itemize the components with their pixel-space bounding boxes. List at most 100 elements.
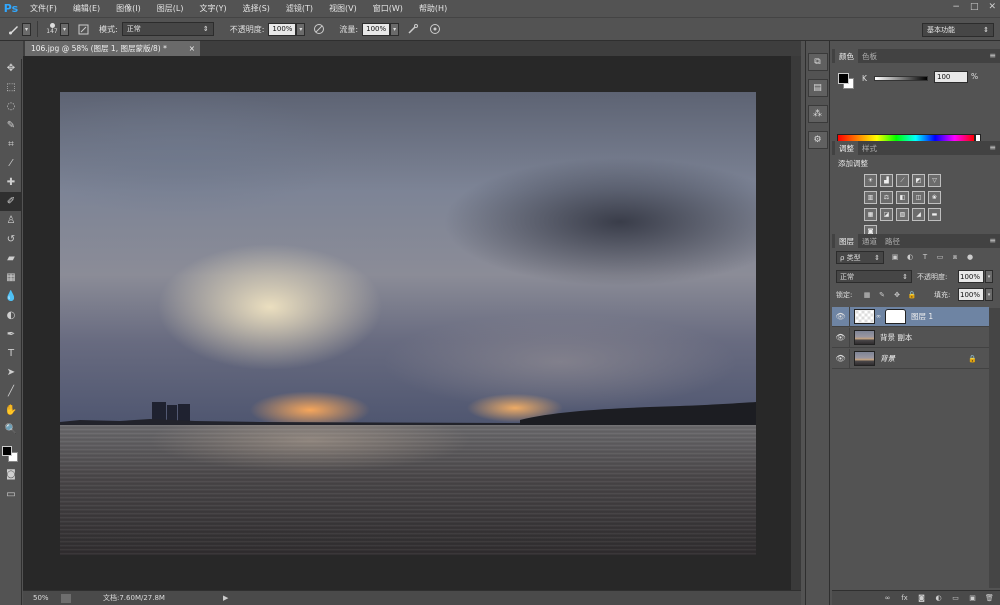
gradient-tool-icon[interactable]: ▦ xyxy=(0,268,22,287)
layer-opacity-field[interactable]: 100% xyxy=(958,270,984,283)
opacity-field[interactable]: 100% xyxy=(268,22,297,36)
close-button[interactable]: ✕ xyxy=(988,2,996,12)
menu-view[interactable]: 视图(V) xyxy=(329,3,357,14)
pen-tool-icon[interactable]: ✒ xyxy=(0,325,22,344)
link-layers-icon[interactable]: ∞ xyxy=(883,594,892,602)
shape-tool-icon[interactable]: ╱ xyxy=(0,382,22,401)
blend-mode-select[interactable]: 正常 ⇕ xyxy=(836,270,912,283)
brush-panel-icon[interactable] xyxy=(75,21,91,37)
delete-layer-icon[interactable]: 🗑 xyxy=(985,594,994,602)
zoom-tool-icon[interactable]: 🔍 xyxy=(0,420,22,439)
add-mask-icon[interactable]: ◙ xyxy=(917,594,926,602)
layer-row[interactable]: 👁 背景 🔒 xyxy=(832,348,989,369)
layer-row[interactable]: 👁 ∞ 图层 1 xyxy=(832,306,989,327)
status-menu-arrow-icon[interactable]: ▶ xyxy=(223,594,228,602)
document-tab[interactable]: 106.jpg @ 58% (图层 1, 图层蒙版/8) * × xyxy=(25,41,200,56)
blur-tool-icon[interactable]: 💧 xyxy=(0,287,22,306)
foreground-color-swatch[interactable] xyxy=(838,73,849,84)
panel-menu-icon[interactable]: ≡ xyxy=(989,236,996,245)
lock-image-icon[interactable]: ✎ xyxy=(877,289,887,300)
layer-name[interactable]: 背景 副本 xyxy=(880,332,912,343)
zoom-level[interactable]: 50% xyxy=(33,594,55,602)
lock-all-icon[interactable]: 🔒 xyxy=(907,289,917,300)
marquee-tool-icon[interactable]: ⬚ xyxy=(0,78,22,97)
chain-link-icon[interactable]: ∞ xyxy=(876,313,882,320)
invert-icon[interactable]: ◪ xyxy=(880,208,893,221)
foreground-color-swatch[interactable] xyxy=(2,446,12,456)
tool-preset-dropdown[interactable]: ▾ xyxy=(22,22,31,36)
brightness-contrast-icon[interactable]: ☀ xyxy=(864,174,877,187)
fx-icon[interactable]: fx xyxy=(900,594,909,602)
panel-menu-icon[interactable]: ≡ xyxy=(989,143,996,152)
fill-dropdown[interactable]: ▾ xyxy=(985,288,993,301)
eraser-tool-icon[interactable]: ▰ xyxy=(0,249,22,268)
visibility-eye-icon[interactable]: 👁 xyxy=(832,327,850,348)
lasso-tool-icon[interactable]: ◌ xyxy=(0,97,22,116)
opacity-dropdown[interactable]: ▾ xyxy=(296,22,306,36)
crop-tool-icon[interactable]: ⌗ xyxy=(0,135,22,154)
pixel-filter-icon[interactable]: ▣ xyxy=(890,251,900,263)
maximize-button[interactable]: □ xyxy=(970,2,979,12)
canvas-area[interactable] xyxy=(23,56,801,590)
new-layer-icon[interactable]: ▣ xyxy=(968,594,977,602)
minimize-button[interactable]: − xyxy=(952,2,960,12)
pressure-opacity-icon[interactable] xyxy=(311,21,327,37)
vertical-scrollbar[interactable] xyxy=(791,56,801,590)
history-panel-icon[interactable]: ⧉ xyxy=(807,53,828,71)
layers-scrollbar[interactable] xyxy=(989,308,1000,588)
smart-object-filter-icon[interactable]: ⧈ xyxy=(950,251,960,263)
black-white-icon[interactable]: ◧ xyxy=(896,191,909,204)
workspace-select[interactable]: 基本功能 ⇕ xyxy=(922,23,994,37)
move-tool-icon[interactable]: ✥ xyxy=(0,59,22,78)
healing-brush-tool-icon[interactable]: ✚ xyxy=(0,173,22,192)
posterize-icon[interactable]: ▧ xyxy=(896,208,909,221)
photo-canvas[interactable] xyxy=(60,92,756,555)
brush-size-picker[interactable]: 147 xyxy=(44,23,60,35)
hue-saturation-icon[interactable]: ▥ xyxy=(864,191,877,204)
k-channel-slider[interactable] xyxy=(874,76,928,81)
layer-row[interactable]: 👁 背景 副本 xyxy=(832,327,989,348)
menu-type[interactable]: 文字(Y) xyxy=(199,3,226,14)
flow-field[interactable]: 100% xyxy=(362,22,391,36)
shape-filter-icon[interactable]: ▭ xyxy=(935,251,945,263)
threshold-icon[interactable]: ◢ xyxy=(912,208,925,221)
fill-field[interactable]: 100% xyxy=(958,288,984,301)
screen-mode-icon[interactable]: ▭ xyxy=(0,485,22,504)
brush-tool-icon[interactable]: ✐ xyxy=(0,192,22,211)
color-lookup-icon[interactable]: ▦ xyxy=(864,208,877,221)
new-adjustment-icon[interactable]: ◐ xyxy=(934,594,943,602)
status-info-icon[interactable] xyxy=(61,593,71,603)
tab-styles[interactable]: 样式 xyxy=(858,141,881,155)
eyedropper-tool-icon[interactable]: ⁄ xyxy=(0,154,22,173)
lock-transparent-icon[interactable]: ▦ xyxy=(862,289,872,300)
tab-color[interactable]: 颜色 xyxy=(835,49,858,63)
quick-mask-icon[interactable]: ◙ xyxy=(0,465,22,484)
menu-help[interactable]: 帮助(H) xyxy=(419,3,447,14)
path-select-tool-icon[interactable]: ➤ xyxy=(0,363,22,382)
menu-edit[interactable]: 编辑(E) xyxy=(73,3,100,14)
adjustment-filter-icon[interactable]: ◐ xyxy=(905,251,915,263)
actions-panel-icon[interactable]: ▤ xyxy=(807,79,828,97)
layer-filter-select[interactable]: ρ 类型 ⇕ xyxy=(836,251,884,264)
quick-select-tool-icon[interactable]: ✎ xyxy=(0,116,22,135)
layer-name[interactable]: 图层 1 xyxy=(911,311,933,322)
brush-size-dropdown[interactable]: ▾ xyxy=(60,22,69,36)
menu-layer[interactable]: 图层(L) xyxy=(157,3,184,14)
filter-toggle-icon[interactable]: ● xyxy=(965,251,975,263)
tab-swatches[interactable]: 色板 xyxy=(858,49,881,63)
curves-icon[interactable]: ⟋ xyxy=(896,174,909,187)
menu-file[interactable]: 文件(F) xyxy=(30,3,57,14)
type-filter-icon[interactable]: T xyxy=(920,251,930,263)
dodge-tool-icon[interactable]: ◐ xyxy=(0,306,22,325)
type-tool-icon[interactable]: T xyxy=(0,344,22,363)
lock-position-icon[interactable]: ✥ xyxy=(892,289,902,300)
layer-mask-thumbnail[interactable] xyxy=(885,309,906,324)
k-channel-value[interactable]: 100 xyxy=(934,71,968,83)
brush-presets-icon[interactable]: ⁂ xyxy=(807,105,828,123)
opacity-dropdown[interactable]: ▾ xyxy=(985,270,993,283)
menu-window[interactable]: 窗口(W) xyxy=(373,3,403,14)
layer-name[interactable]: 背景 xyxy=(880,353,895,364)
visibility-eye-icon[interactable]: 👁 xyxy=(832,348,850,369)
levels-icon[interactable]: ▟ xyxy=(880,174,893,187)
airbrush-icon[interactable] xyxy=(405,21,421,37)
